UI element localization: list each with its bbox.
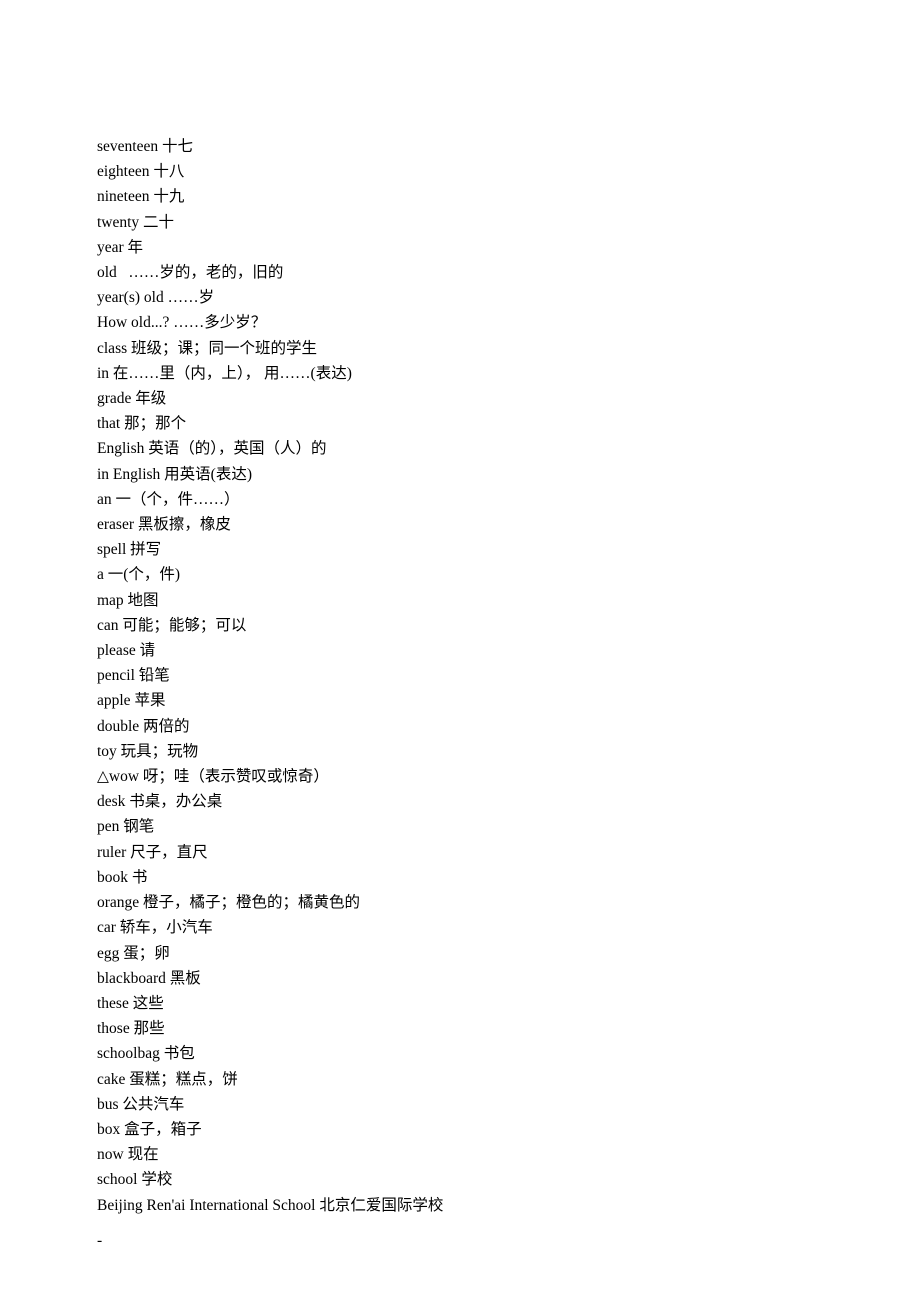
vocabulary-entry: in 在……里（内，上）， 用……(表达) <box>97 361 817 386</box>
vocabulary-entry: pen 钢笔 <box>97 814 817 839</box>
vocabulary-list: seventeen 十七eighteen 十八nineteen 十九twenty… <box>97 134 817 1218</box>
vocabulary-entry: year(s) old ……岁 <box>97 285 817 310</box>
vocabulary-entry: pencil 铅笔 <box>97 663 817 688</box>
footer-dash: - <box>97 1232 102 1250</box>
vocabulary-entry: spell 拼写 <box>97 537 817 562</box>
vocabulary-entry: twenty 二十 <box>97 210 817 235</box>
vocabulary-entry: bus 公共汽车 <box>97 1092 817 1117</box>
vocabulary-entry: toy 玩具；玩物 <box>97 739 817 764</box>
vocabulary-entry: class 班级；课；同一个班的学生 <box>97 336 817 361</box>
vocabulary-entry: apple 苹果 <box>97 688 817 713</box>
vocabulary-entry: map 地图 <box>97 588 817 613</box>
vocabulary-entry: these 这些 <box>97 991 817 1016</box>
vocabulary-entry: can 可能；能够；可以 <box>97 613 817 638</box>
vocabulary-entry: book 书 <box>97 865 817 890</box>
vocabulary-entry: nineteen 十九 <box>97 184 817 209</box>
vocabulary-entry: old ……岁的，老的，旧的 <box>97 260 817 285</box>
vocabulary-entry: eighteen 十八 <box>97 159 817 184</box>
vocabulary-entry: an 一（个，件……） <box>97 487 817 512</box>
vocabulary-entry: Beijing Ren'ai International School 北京仁爱… <box>97 1193 817 1218</box>
vocabulary-entry: seventeen 十七 <box>97 134 817 159</box>
vocabulary-entry: year 年 <box>97 235 817 260</box>
vocabulary-entry: box 盒子，箱子 <box>97 1117 817 1142</box>
vocabulary-entry: a 一(个，件) <box>97 562 817 587</box>
vocabulary-entry: that 那；那个 <box>97 411 817 436</box>
vocabulary-entry: now 现在 <box>97 1142 817 1167</box>
vocabulary-entry: orange 橙子，橘子；橙色的；橘黄色的 <box>97 890 817 915</box>
vocabulary-entry: egg 蛋；卵 <box>97 941 817 966</box>
vocabulary-entry: eraser 黑板擦，橡皮 <box>97 512 817 537</box>
vocabulary-entry: cake 蛋糕；糕点，饼 <box>97 1067 817 1092</box>
vocabulary-entry: those 那些 <box>97 1016 817 1041</box>
vocabulary-entry: schoolbag 书包 <box>97 1041 817 1066</box>
vocabulary-entry: car 轿车，小汽车 <box>97 915 817 940</box>
vocabulary-entry: ruler 尺子，直尺 <box>97 840 817 865</box>
vocabulary-entry: grade 年级 <box>97 386 817 411</box>
vocabulary-entry: please 请 <box>97 638 817 663</box>
vocabulary-entry: desk 书桌，办公桌 <box>97 789 817 814</box>
vocabulary-entry: △wow 呀；哇（表示赞叹或惊奇） <box>97 764 817 789</box>
vocabulary-entry: How old...? ……多少岁？ <box>97 310 817 335</box>
vocabulary-entry: double 两倍的 <box>97 714 817 739</box>
vocabulary-entry: English 英语（的），英国（人）的 <box>97 436 817 461</box>
vocabulary-entry: in English 用英语(表达) <box>97 462 817 487</box>
vocabulary-entry: school 学校 <box>97 1167 817 1192</box>
vocabulary-entry: blackboard 黑板 <box>97 966 817 991</box>
